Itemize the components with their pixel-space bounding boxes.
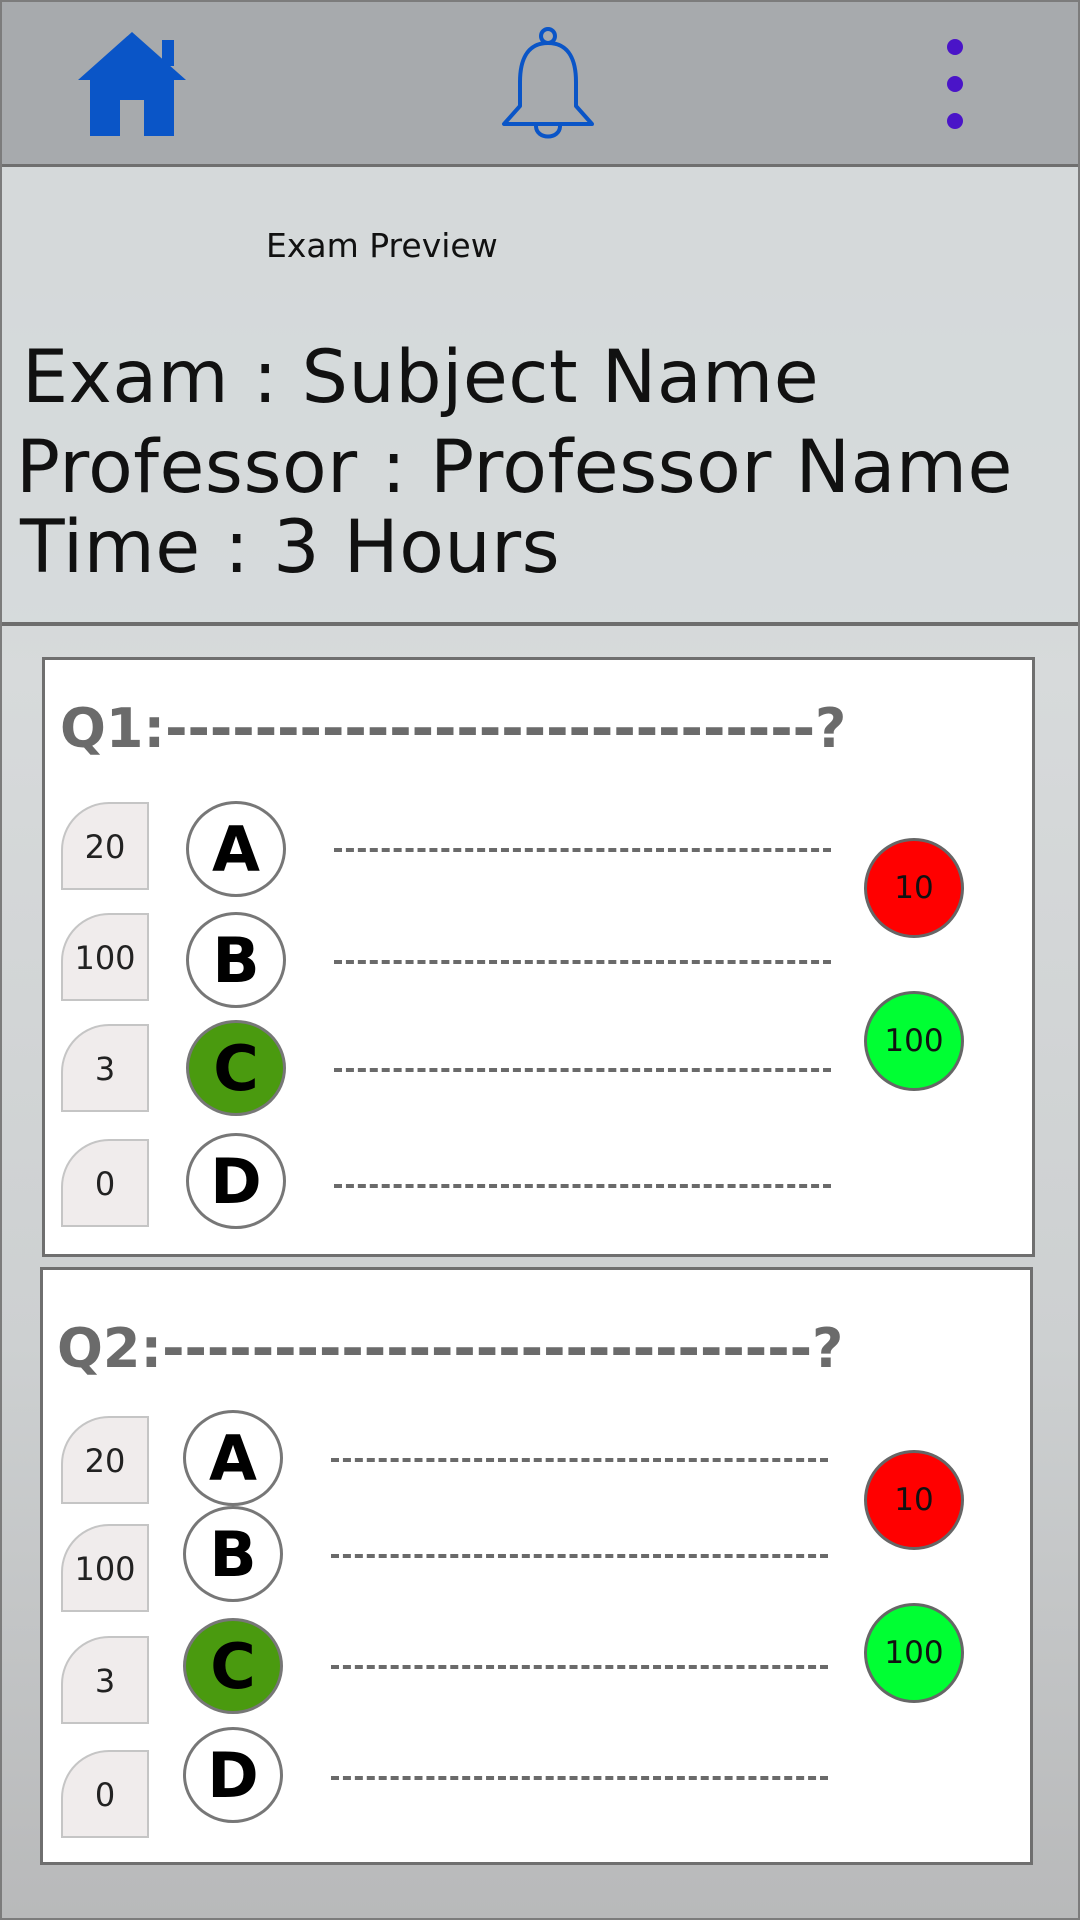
exam-duration: Time : 3 Hours	[20, 505, 561, 590]
right-score-badge: 100	[864, 991, 964, 1091]
right-score-badge: 100	[864, 1603, 964, 1703]
option-c-button[interactable]: C	[186, 1020, 286, 1116]
option-c-text	[334, 1068, 831, 1072]
option-c-text	[331, 1665, 828, 1669]
wrong-score-badge: 10	[864, 838, 964, 938]
answer-count: 20	[61, 802, 149, 890]
option-d-button[interactable]: D	[183, 1727, 283, 1823]
exam-professor: Professor : Professor Name	[16, 425, 1013, 510]
answer-count: 3	[61, 1636, 149, 1724]
exam-subject: Exam : Subject Name	[22, 335, 820, 420]
option-b-button[interactable]: B	[183, 1506, 283, 1602]
answer-count: 3	[61, 1024, 149, 1112]
top-nav-bar	[2, 2, 1078, 167]
bell-icon[interactable]	[498, 26, 598, 146]
option-d-button[interactable]: D	[186, 1133, 286, 1229]
option-c-button[interactable]: C	[183, 1618, 283, 1714]
answer-count: 0	[61, 1750, 149, 1838]
option-d-text	[334, 1184, 831, 1188]
option-d-text	[331, 1776, 828, 1780]
option-b-text	[331, 1554, 828, 1558]
home-icon[interactable]	[74, 26, 190, 142]
answer-count: 100	[61, 913, 149, 1001]
option-b-text	[334, 960, 831, 964]
question-title: Q2:-----------------------------?	[57, 1317, 844, 1380]
exam-preview-label: Exam Preview	[266, 226, 498, 265]
option-b-button[interactable]: B	[186, 912, 286, 1008]
option-a-text	[334, 848, 831, 852]
answer-count: 100	[61, 1524, 149, 1612]
question-title: Q1:-----------------------------?	[60, 697, 847, 760]
answer-count: 20	[61, 1416, 149, 1504]
option-a-button[interactable]: A	[183, 1410, 283, 1506]
answer-count: 0	[61, 1139, 149, 1227]
wrong-score-badge: 10	[864, 1450, 964, 1550]
more-vertical-icon[interactable]	[940, 36, 970, 136]
option-a-text	[331, 1458, 828, 1462]
option-a-button[interactable]: A	[186, 801, 286, 897]
